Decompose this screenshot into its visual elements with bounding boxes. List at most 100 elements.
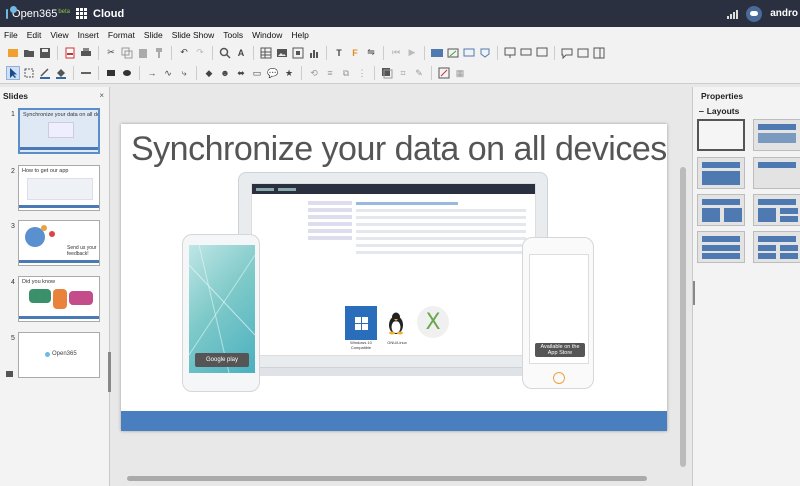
first-slide-icon[interactable]: ⏮ xyxy=(389,46,403,60)
insert-chart-icon[interactable] xyxy=(307,46,321,60)
insert-textbox-icon[interactable]: T xyxy=(332,46,346,60)
distribute-icon[interactable]: ⋮ xyxy=(355,66,369,80)
vertical-scroll-thumb[interactable] xyxy=(680,167,686,467)
insert-hyperlink-icon[interactable]: ⇋ xyxy=(364,46,378,60)
layout-title-only[interactable] xyxy=(753,157,800,189)
layout-title-slide[interactable] xyxy=(753,119,800,151)
export-pdf-icon[interactable] xyxy=(63,46,77,60)
menu-slide-show[interactable]: Slide Show xyxy=(172,30,215,40)
undo-icon[interactable]: ↶ xyxy=(177,46,191,60)
layout-two-content[interactable] xyxy=(697,194,745,226)
line-color-icon[interactable] xyxy=(38,66,52,80)
start-slideshow-icon[interactable]: ▶ xyxy=(405,46,419,60)
slide-thumbnail-1[interactable]: 1 Synchronize your data on all devices xyxy=(0,108,110,158)
master-slide-icon[interactable] xyxy=(576,46,590,60)
basic-shapes-icon[interactable]: ◆ xyxy=(202,66,216,80)
crop-icon[interactable]: ⌗ xyxy=(396,66,410,80)
menu-format[interactable]: Format xyxy=(108,30,135,40)
present-icon[interactable] xyxy=(503,46,517,60)
redo-icon[interactable]: ↷ xyxy=(193,46,207,60)
annotation-icon[interactable] xyxy=(560,46,574,60)
show-draw-functions-icon[interactable] xyxy=(437,66,451,80)
copy-icon[interactable] xyxy=(120,46,134,60)
curve-tool-icon[interactable]: ∿ xyxy=(161,66,175,80)
align-objects-icon[interactable]: ≡ xyxy=(323,66,337,80)
slide-thumbnail-5[interactable]: 5 Open365 xyxy=(0,332,110,382)
drawing-toolbar: → ∿ ⤷ ◆ ☻ ⬌ ▭ 💬 ★ ⟲ ≡ ⧉ ⋮ ⌗ ✎ ▦ xyxy=(0,63,800,84)
layout-title-content[interactable] xyxy=(697,157,745,189)
print-icon[interactable] xyxy=(79,46,93,60)
menu-tools[interactable]: Tools xyxy=(223,30,243,40)
rectangle-tool-icon[interactable] xyxy=(104,66,118,80)
app-grid-icon[interactable] xyxy=(76,8,87,19)
stars-icon[interactable]: ★ xyxy=(282,66,296,80)
layouts-section-header[interactable]: Layouts xyxy=(699,106,740,116)
arrow-line-icon[interactable]: → xyxy=(145,66,159,80)
menu-file[interactable]: File xyxy=(4,30,18,40)
layout-title-two-content[interactable] xyxy=(753,194,800,226)
layout-title-content-two[interactable] xyxy=(697,231,745,263)
ellipse-tool-icon[interactable] xyxy=(120,66,134,80)
speaker-notes-icon[interactable] xyxy=(535,46,549,60)
slide-thumbnail-2[interactable]: 2 How to get our app xyxy=(0,165,110,215)
menu-edit[interactable]: Edit xyxy=(27,30,42,40)
fill-color-icon[interactable] xyxy=(54,66,68,80)
current-slide[interactable]: Synchronize your data on all devices Win… xyxy=(121,124,667,431)
insert-media-icon[interactable] xyxy=(291,46,305,60)
toggle-extrusion-icon[interactable]: ▦ xyxy=(453,66,467,80)
transformations-icon[interactable]: ⟲ xyxy=(307,66,321,80)
menu-insert[interactable]: Insert xyxy=(78,30,99,40)
select-arrow-icon[interactable] xyxy=(6,66,20,80)
open365-logo[interactable]: Open365 beta xyxy=(0,5,70,20)
slides-panel-title: Slides xyxy=(3,90,29,101)
clone-format-icon[interactable] xyxy=(152,46,166,60)
cut-icon[interactable]: ✂ xyxy=(104,46,118,60)
spelling-icon[interactable]: A xyxy=(234,46,248,60)
canvas-horizontal-scrollbar[interactable] xyxy=(115,474,675,482)
display-views-icon[interactable] xyxy=(430,46,444,60)
sidebar-toggle-icon[interactable] xyxy=(592,46,606,60)
slide-title[interactable]: Synchronize your data on all devices xyxy=(131,130,667,169)
user-avatar[interactable] xyxy=(746,5,763,22)
callouts-icon[interactable]: 💬 xyxy=(266,66,280,80)
insert-table-icon[interactable] xyxy=(259,46,273,60)
slide-layout-icon[interactable] xyxy=(446,46,460,60)
save-icon[interactable] xyxy=(38,46,52,60)
slide-thumbnail-4[interactable]: 4 Did you know xyxy=(0,276,110,326)
block-arrows-icon[interactable]: ⬌ xyxy=(234,66,248,80)
slide-thumbnail-3[interactable]: 3 Send us your feedback! xyxy=(0,220,110,270)
paste-icon[interactable] xyxy=(136,46,150,60)
arrange-icon[interactable]: ⧉ xyxy=(339,66,353,80)
insert-fontwork-icon[interactable]: F xyxy=(348,46,362,60)
menu-window[interactable]: Window xyxy=(252,30,282,40)
app-title: Cloud xyxy=(93,7,125,20)
canvas-vertical-scrollbar[interactable] xyxy=(678,87,688,486)
linux-caption: GNU/Linux xyxy=(387,340,407,345)
zoom-pan-icon[interactable] xyxy=(22,66,36,80)
layout-blank[interactable] xyxy=(697,119,745,151)
layout-title-four-content[interactable] xyxy=(753,231,800,263)
slides-panel-close-button[interactable]: × xyxy=(99,91,104,100)
open-folder-icon[interactable] xyxy=(22,46,36,60)
connector-tool-icon[interactable]: ⤷ xyxy=(177,66,191,80)
windows-logo-icon xyxy=(345,306,377,340)
menu-view[interactable]: View xyxy=(50,30,68,40)
new-slide-icon[interactable] xyxy=(6,46,20,60)
top-bar: Open365 beta Cloud andro xyxy=(0,0,800,27)
insert-image-icon[interactable] xyxy=(275,46,289,60)
symbol-shapes-icon[interactable]: ☻ xyxy=(218,66,232,80)
slide-transition-icon[interactable] xyxy=(478,46,492,60)
line-tool-icon[interactable] xyxy=(79,66,93,80)
properties-resize-handle[interactable] xyxy=(693,281,695,305)
slide-canvas[interactable]: Synchronize your data on all devices Win… xyxy=(111,87,687,486)
filter-icon[interactable]: ✎ xyxy=(412,66,426,80)
shadow-icon[interactable] xyxy=(380,66,394,80)
menu-help[interactable]: Help xyxy=(291,30,308,40)
find-icon[interactable] xyxy=(218,46,232,60)
flowchart-icon[interactable]: ▭ xyxy=(250,66,264,80)
user-name[interactable]: andro xyxy=(770,8,798,19)
comment-icon[interactable] xyxy=(519,46,533,60)
horizontal-scroll-thumb[interactable] xyxy=(127,476,647,481)
menu-slide[interactable]: Slide xyxy=(144,30,163,40)
duplicate-slide-icon[interactable] xyxy=(462,46,476,60)
